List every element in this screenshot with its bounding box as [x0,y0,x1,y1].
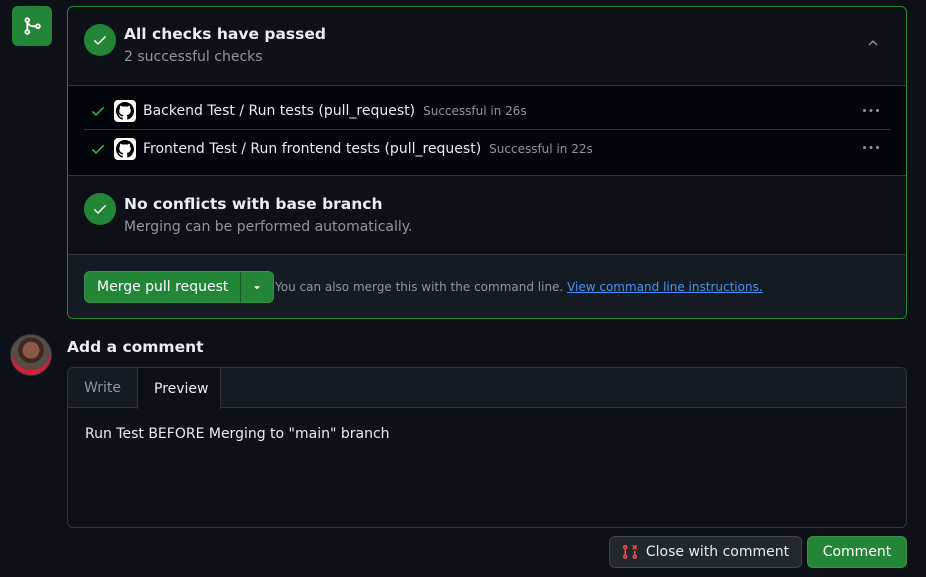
github-icon [114,100,136,122]
check-icon [92,107,104,116]
chevron-up-icon[interactable] [866,35,880,49]
check-circle-icon [84,193,116,225]
checks-subtitle: 2 successful checks [124,49,263,65]
kebab-horizontal-icon[interactable] [862,103,880,119]
comment-box: Write Preview Run Test BEFORE Merging to… [67,367,907,528]
check-row[interactable]: Backend Test / Run tests (pull_request) … [84,93,890,130]
conflicts-subtitle: Merging can be performed automatically. [124,219,413,235]
merge-footer: Merge pull request You can also merge th… [68,254,906,318]
check-circle-icon [84,24,116,56]
conflicts-summary: No conflicts with base branch Merging ca… [68,176,906,254]
tab-preview[interactable]: Preview [137,368,221,409]
add-comment-title: Add a comment [67,338,204,356]
merge-pull-request-button[interactable]: Merge pull request [85,272,242,302]
avatar[interactable] [10,334,52,376]
merge-hint: You can also merge this with the command… [275,280,763,294]
triangle-down-icon [254,286,261,290]
check-name: Frontend Test / Run frontend tests (pull… [143,140,482,157]
checks-list: Backend Test / Run tests (pull_request) … [68,85,906,176]
git-pull-request-closed-icon [622,544,637,560]
comment-tab-bar: Write Preview [68,368,906,409]
checks-summary[interactable]: All checks have passed 2 successful chec… [68,7,906,85]
check-status: Successful in 26s [423,104,527,118]
merge-options-dropdown[interactable] [241,272,273,302]
kebab-horizontal-icon[interactable] [862,140,880,156]
check-status: Successful in 22s [489,141,593,156]
checks-title: All checks have passed [124,25,326,43]
merge-hint-text: You can also merge this with the command… [275,280,564,294]
conflicts-title: No conflicts with base branch [124,195,383,213]
check-icon [92,144,104,154]
command-line-instructions-link[interactable]: View command line instructions. [567,280,763,294]
github-icon [114,137,136,160]
comment-preview-text: Run Test BEFORE Merging to "main" branch [85,426,390,442]
comment-button[interactable]: Comment [807,536,907,568]
check-row[interactable]: Frontend Test / Run frontend tests (pull… [84,130,890,167]
close-with-comment-button[interactable]: Close with comment [609,536,802,568]
check-name: Backend Test / Run tests (pull_request) [143,103,416,119]
close-with-comment-label: Close with comment [645,544,790,560]
merge-status-box: All checks have passed 2 successful chec… [67,6,907,319]
merge-button-group: Merge pull request [84,271,275,303]
tab-write[interactable]: Write [68,368,137,408]
git-merge-icon [12,6,52,46]
